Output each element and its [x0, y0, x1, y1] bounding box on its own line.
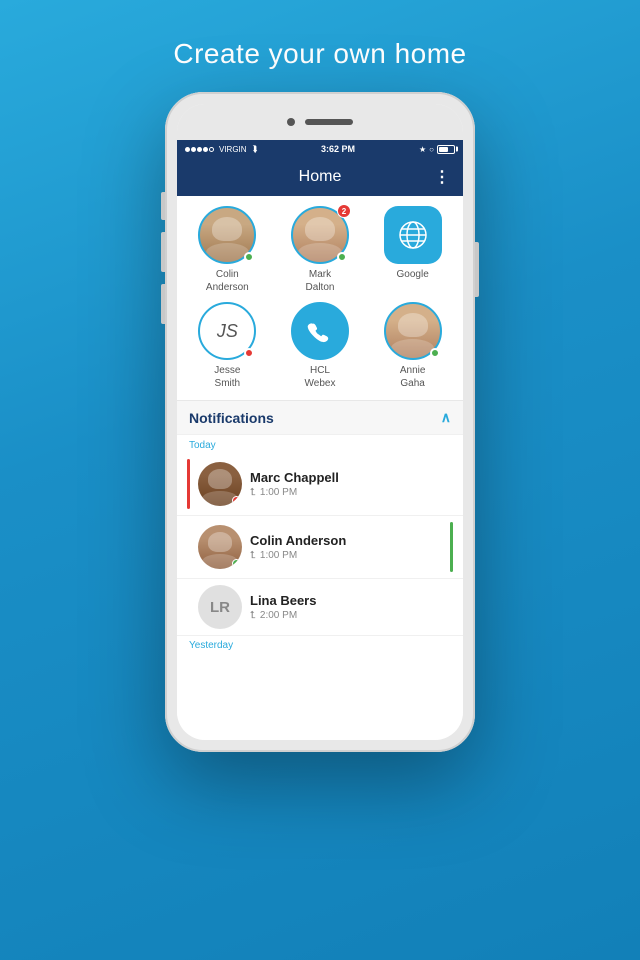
head-notif-colin — [208, 532, 232, 552]
contact-label-jesse: JesseSmith — [214, 364, 240, 390]
contact-label-google: Google — [397, 268, 429, 281]
notif-time-marc: 1:00 PM — [260, 487, 297, 498]
notif-content-lina: Lina Beers ⮤ 2:00 PM — [250, 593, 453, 621]
status-dot-mark — [337, 252, 347, 262]
phone-camera — [287, 118, 295, 126]
phone-button-vol-down — [161, 284, 165, 324]
contact-hcl-webex[interactable]: HCLWebex — [278, 302, 363, 390]
notif-time-colin: 1:00 PM — [260, 550, 297, 561]
body-colin — [206, 243, 249, 262]
notifications-section: Notifications ∧ Today Mar — [177, 400, 463, 740]
notif-name-lina: Lina Beers — [250, 593, 453, 608]
notif-time-row-marc: ⮤ 1:00 PM — [250, 487, 453, 498]
carrier-info: VIRGIN ⮯ — [185, 144, 257, 155]
bluetooth-icon: ★ — [419, 145, 426, 154]
page-headline: Create your own home — [173, 38, 466, 70]
battery-icon — [437, 145, 455, 154]
avatar-wrap-annie — [384, 302, 442, 360]
notif-item-colin[interactable]: Colin Anderson ⮤ 1:00 PM — [177, 516, 463, 579]
status-right: ★ ○ — [419, 145, 455, 154]
notif-name-marc: Marc Chappell — [250, 470, 453, 485]
signal-dot-3 — [197, 147, 202, 152]
notif-time-row-colin: ⮤ 1:00 PM — [250, 550, 442, 561]
initials-jesse: JS — [217, 321, 238, 342]
chevron-up-icon: ∧ — [441, 409, 451, 426]
notif-time-lina: 2:00 PM — [260, 610, 297, 621]
head-colin — [212, 217, 242, 241]
contact-jesse-smith[interactable]: JS JesseSmith — [185, 302, 270, 390]
notifications-header[interactable]: Notifications ∧ — [177, 401, 463, 435]
today-label: Today — [177, 435, 463, 453]
notif-time-icon-colin: ⮤ — [250, 550, 256, 561]
notif-item-lina[interactable]: LR Lina Beers ⮤ 2:00 PM — [177, 579, 463, 636]
contact-label-mark: MarkDalton — [306, 268, 335, 294]
head-notif-marc — [208, 469, 232, 489]
phone-button-mute — [161, 192, 165, 220]
status-time: 3:62 PM — [321, 144, 355, 154]
phone-top-bar — [177, 104, 463, 140]
signal-dots — [185, 147, 214, 152]
avatar-wrap-jesse: JS — [198, 302, 256, 360]
avatar-wrap-google — [384, 206, 442, 264]
contact-annie-gaha[interactable]: AnnieGaha — [370, 302, 455, 390]
signal-dot-1 — [185, 147, 190, 152]
notif-time-icon-lina: ⮤ — [250, 610, 256, 621]
avatar-wrap-webex — [291, 302, 349, 360]
phone-speaker — [305, 119, 353, 125]
badge-mark: 2 — [337, 204, 351, 218]
notifications-title: Notifications — [189, 410, 274, 426]
phone-shell: VIRGIN ⮯ 3:62 PM ★ ○ Home ⋮ — [165, 92, 475, 752]
signal-dot-2 — [191, 147, 196, 152]
nav-bar: Home ⋮ — [177, 158, 463, 196]
alarm-icon: ○ — [429, 145, 434, 154]
notif-time-icon-marc: ⮤ — [250, 487, 256, 498]
phone-button-power — [475, 242, 479, 297]
body-annie — [391, 339, 434, 358]
notif-time-row-lina: ⮤ 2:00 PM — [250, 610, 453, 621]
contact-mark-dalton[interactable]: 2 MarkDalton — [278, 206, 363, 294]
google-globe-icon — [384, 206, 442, 264]
avatar-wrap-colin — [198, 206, 256, 264]
notif-avatar-colin — [198, 525, 242, 569]
notif-content-marc: Marc Chappell ⮤ 1:00 PM — [250, 470, 453, 498]
status-dot-annie — [430, 348, 440, 358]
notif-avatar-marc — [198, 462, 242, 506]
signal-dot-5 — [209, 147, 214, 152]
notif-avatar-lina: LR — [198, 585, 242, 629]
head-annie — [398, 313, 428, 337]
notifications-list: Today Marc Chappell ⮤ — [177, 435, 463, 740]
signal-dot-4 — [203, 147, 208, 152]
carrier-name: VIRGIN — [219, 145, 247, 154]
notif-dot-colin — [232, 559, 241, 568]
battery-fill — [439, 147, 448, 152]
notif-item-marc[interactable]: Marc Chappell ⮤ 1:00 PM — [177, 453, 463, 516]
notif-name-colin: Colin Anderson — [250, 533, 442, 548]
wifi-icon: ⮯ — [252, 144, 257, 155]
yesterday-label: Yesterday — [177, 636, 463, 653]
avatar-wrap-mark: 2 — [291, 206, 349, 264]
contact-google[interactable]: Google — [370, 206, 455, 294]
body-mark — [298, 243, 341, 262]
webex-phone-icon — [291, 302, 349, 360]
notif-right-bar-colin — [450, 522, 453, 572]
contact-label-colin: ColinAnderson — [206, 268, 249, 294]
notif-left-bar-marc — [187, 459, 190, 509]
phone-svg — [305, 316, 335, 346]
status-dot-colin — [244, 252, 254, 262]
head-mark — [305, 217, 335, 241]
nav-title: Home — [299, 168, 342, 186]
app-grid: ColinAnderson 2 MarkDalton — [177, 196, 463, 400]
nav-menu-button[interactable]: ⋮ — [434, 167, 451, 187]
globe-svg — [397, 219, 429, 251]
contact-colin-anderson[interactable]: ColinAnderson — [185, 206, 270, 294]
status-bar: VIRGIN ⮯ 3:62 PM ★ ○ — [177, 140, 463, 158]
notif-content-colin: Colin Anderson ⮤ 1:00 PM — [250, 533, 442, 561]
contact-label-webex: HCLWebex — [305, 364, 336, 390]
status-dot-jesse — [244, 348, 254, 358]
phone-button-vol-up — [161, 232, 165, 272]
initials-lina: LR — [210, 599, 230, 616]
contact-label-annie: AnnieGaha — [400, 364, 426, 390]
phone-screen: VIRGIN ⮯ 3:62 PM ★ ○ Home ⋮ — [177, 104, 463, 740]
notif-dot-marc — [232, 496, 241, 505]
